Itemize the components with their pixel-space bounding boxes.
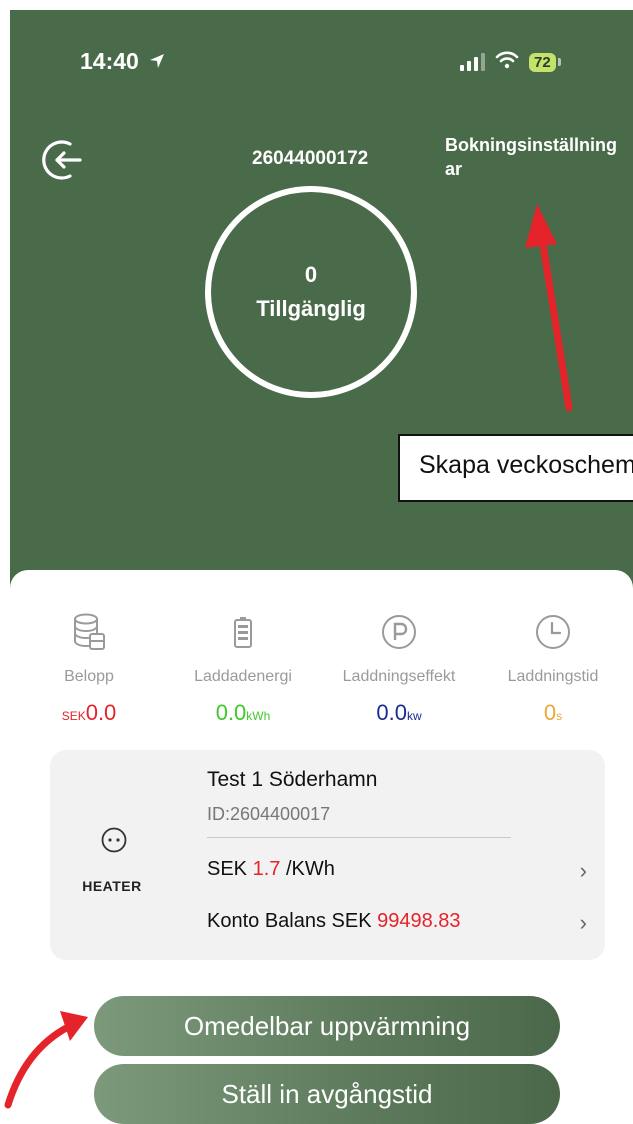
status-ring: 0 Tillgänglig: [205, 186, 417, 398]
stat-label: Laddningstid: [507, 668, 599, 685]
parking-icon: [334, 610, 464, 654]
annotation-callout: Skapa veckoschema: [398, 434, 633, 502]
status-label: Tillgänglig: [256, 296, 366, 321]
stat-value: 0.0kWh: [215, 700, 271, 725]
divider: [207, 837, 511, 838]
coins-icon: [24, 610, 154, 654]
chevron-right-icon: ›: [579, 858, 587, 883]
set-departure-button[interactable]: Ställ in avgångstid: [94, 1064, 560, 1124]
connector-icon: [101, 827, 127, 858]
stat-label: Laddadenergi: [194, 668, 292, 685]
back-button[interactable]: [40, 136, 88, 184]
signal-icon: [460, 53, 485, 71]
station-name: Test 1 Söderhamn: [207, 768, 378, 791]
stat-value: 0s: [543, 700, 563, 725]
balance-row[interactable]: Konto Balans SEK 99498.83 ›: [207, 910, 587, 935]
price-value: 1.7: [252, 858, 281, 880]
wifi-icon: [495, 51, 519, 74]
price-row[interactable]: SEK 1.7 /KWh ›: [207, 858, 587, 883]
stat-amount: Belopp SEK0.0: [24, 610, 154, 726]
stat-power: Laddningseffekt 0.0kw: [334, 610, 464, 726]
stat-value: SEK0.0: [61, 700, 117, 725]
stat-energy: Laddadenergi 0.0kWh: [178, 610, 308, 726]
balance-prefix: Konto Balans SEK: [207, 910, 378, 932]
stat-label: Laddningseffekt: [342, 668, 456, 685]
logout-icon: [42, 140, 82, 180]
station-id: ID:2604400017: [207, 804, 331, 824]
charger-number: 26044000172: [252, 148, 369, 169]
callout-text: Skapa veckoschema: [419, 451, 633, 479]
stat-value: 0.0kw: [376, 700, 422, 725]
stat-label: Belopp: [64, 668, 114, 685]
clock-text: 14:40: [80, 48, 139, 74]
status-count: 0: [304, 262, 318, 287]
status-icons: 72: [460, 50, 561, 74]
connector-label: HEATER: [82, 878, 142, 894]
balance-value: 99498.83: [377, 910, 461, 932]
status-time: 14:40: [80, 48, 165, 75]
battery-icon: 72: [529, 52, 561, 72]
battery-level: 72: [529, 52, 556, 72]
location-arrow-icon: [149, 48, 165, 75]
chevron-right-icon: ›: [579, 910, 587, 935]
price-unit: /KWh: [280, 858, 335, 880]
stat-time: Laddningstid 0s: [488, 610, 618, 726]
battery-icon: [178, 610, 308, 654]
booking-settings-link[interactable]: Bokningsinställningar: [445, 133, 625, 181]
instant-heating-button[interactable]: Omedelbar uppvärmning: [94, 996, 560, 1056]
clock-icon: [488, 610, 618, 654]
price-prefix: SEK: [207, 858, 253, 880]
